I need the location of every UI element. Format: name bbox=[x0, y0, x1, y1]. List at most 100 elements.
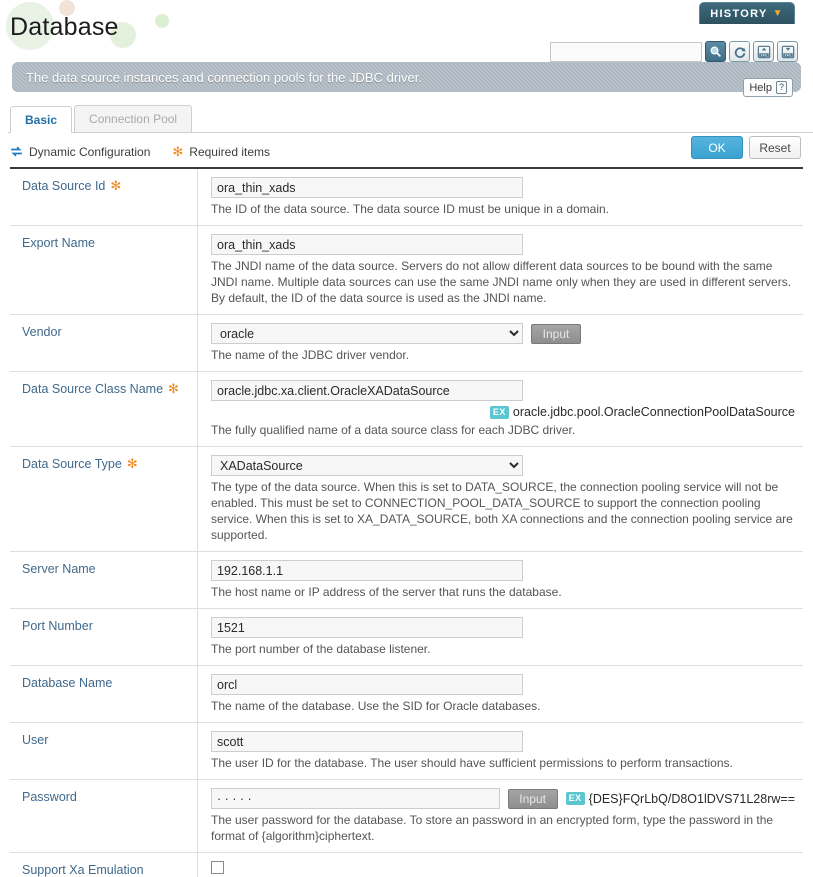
field-control-row bbox=[211, 731, 795, 752]
xml-export-icon-button[interactable]: XML bbox=[777, 41, 798, 62]
required-asterisk-icon: ✻ bbox=[110, 178, 122, 193]
field-control-row: XADataSource bbox=[211, 455, 795, 476]
example-text: {DES}FQrLbQ/D8O1lDVS71L28rw== bbox=[588, 791, 795, 806]
decorative-circle-small bbox=[155, 14, 169, 28]
help-button[interactable]: Help ? bbox=[743, 78, 793, 97]
history-button[interactable]: HISTORY ▼ bbox=[699, 2, 795, 24]
reset-button[interactable]: Reset bbox=[749, 136, 801, 159]
field-description-export-name: The JNDI name of the data source. Server… bbox=[211, 259, 792, 305]
vendor-select[interactable]: oracle bbox=[211, 323, 523, 344]
form-row-database-name: Database Name The name of the database. U… bbox=[10, 666, 803, 723]
field-label-text: Server Name bbox=[22, 562, 96, 576]
svg-text:XML: XML bbox=[784, 53, 791, 57]
field-label-text: Vendor bbox=[22, 325, 62, 339]
field-cell-database-name: The name of the database. Use the SID fo… bbox=[198, 666, 803, 722]
form-row-server-name: Server Name The host name or IP address o… bbox=[10, 552, 803, 609]
field-cell-export-name: The JNDI name of the data source. Server… bbox=[198, 226, 803, 314]
field-description-data-source-class-name: The fully qualified name of a data sourc… bbox=[211, 423, 576, 437]
settings-form: Data Source Id ✻ The ID of the data source… bbox=[10, 167, 803, 877]
field-label-data-source-id: Data Source Id ✻ bbox=[10, 169, 198, 225]
field-label-text: Data Source Id bbox=[22, 179, 106, 193]
data-source-type-select[interactable]: XADataSource bbox=[211, 455, 523, 476]
form-row-port-number: Port Number The port number of the databa… bbox=[10, 609, 803, 666]
field-label-user: User bbox=[10, 723, 198, 779]
example-badge: EX bbox=[565, 792, 585, 805]
field-control-row bbox=[211, 234, 795, 255]
field-cell-support-xa-emulation: [default: false] Sets data source emulat… bbox=[198, 853, 803, 877]
port-number-input[interactable] bbox=[211, 617, 523, 638]
field-label-database-name: Database Name bbox=[10, 666, 198, 722]
field-control-row: Input EX{DES}FQrLbQ/D8O1lDVS71L28rw== bbox=[211, 788, 795, 809]
tab-connection-pool-label: Connection Pool bbox=[89, 112, 178, 126]
page-title: Database bbox=[10, 13, 119, 41]
field-label-text: User bbox=[22, 733, 49, 747]
dynamic-config-icon bbox=[10, 145, 23, 158]
field-cell-password: Input EX{DES}FQrLbQ/D8O1lDVS71L28rw== The … bbox=[198, 780, 803, 852]
field-label-vendor: Vendor bbox=[10, 315, 198, 371]
refresh-icon-button[interactable] bbox=[729, 41, 750, 62]
form-row-user: User The user ID for the database. The us… bbox=[10, 723, 803, 780]
password-input[interactable] bbox=[211, 788, 500, 809]
xml-import-icon-button[interactable]: XML bbox=[753, 41, 774, 62]
search-toolbar: XML XML bbox=[550, 41, 798, 62]
form-row-data-source-type: Data Source Type ✻ XADataSource The type of… bbox=[10, 447, 803, 552]
field-cell-vendor: oracle Input The name of the JDBC driver v… bbox=[198, 315, 803, 371]
required-asterisk-icon: ✻ bbox=[172, 144, 184, 159]
form-row-export-name: Export Name The JNDI name of the data sou… bbox=[10, 226, 803, 315]
xml-export-icon: XML bbox=[781, 45, 794, 58]
field-description-port-number: The port number of the database listener… bbox=[211, 642, 431, 656]
help-button-label: Help bbox=[749, 81, 772, 94]
support-xa-emulation-checkbox[interactable] bbox=[211, 861, 224, 874]
field-description-data-source-id: The ID of the data source. The data sour… bbox=[211, 202, 610, 216]
field-label-data-source-type: Data Source Type ✻ bbox=[10, 447, 198, 551]
required-asterisk-icon: ✻ bbox=[168, 381, 179, 396]
page-header: Database HISTORY ▼ XML XML bbox=[0, 0, 813, 62]
example-badge: EX bbox=[489, 405, 509, 419]
field-cell-user: The user ID for the database. The user s… bbox=[198, 723, 803, 779]
data-source-id-input[interactable] bbox=[211, 177, 523, 198]
form-row-data-source-class-name: Data Source Class Name ✻ EXoracle.jdbc.poo… bbox=[10, 372, 803, 447]
tab-basic[interactable]: Basic bbox=[10, 106, 73, 133]
data-source-class-name-input[interactable] bbox=[211, 380, 523, 401]
field-description-database-name: The name of the database. Use the SID fo… bbox=[211, 699, 541, 713]
field-control-row bbox=[211, 380, 795, 401]
ok-button[interactable]: OK bbox=[691, 136, 743, 159]
field-label-server-name: Server Name bbox=[10, 552, 198, 608]
field-label-text: Database Name bbox=[22, 676, 113, 690]
tab-connection-pool[interactable]: Connection Pool bbox=[74, 105, 193, 132]
example-value: EX {DES}FQrLbQ/D8O1lDVS71L28rw== bbox=[565, 791, 795, 806]
field-cell-data-source-class-name: EXoracle.jdbc.pool.OracleConnectionPoolD… bbox=[198, 372, 803, 446]
password-input-button[interactable]: Input bbox=[507, 788, 558, 809]
database-name-input[interactable] bbox=[211, 674, 523, 695]
field-control-row bbox=[211, 861, 795, 874]
search-input[interactable] bbox=[550, 41, 702, 62]
field-label-text: Data Source Class Name bbox=[22, 382, 164, 396]
form-row-password: Password Input EX{DES}FQrLbQ/D8O1lDVS71L28… bbox=[10, 780, 803, 853]
chevron-down-icon: ▼ bbox=[772, 8, 784, 19]
export-name-input[interactable] bbox=[211, 234, 523, 255]
history-button-label: HISTORY bbox=[710, 7, 768, 20]
banner-text: The data source instances and connection… bbox=[26, 69, 422, 85]
field-label-text: Password bbox=[22, 790, 77, 804]
search-icon-button[interactable] bbox=[705, 41, 726, 62]
field-control-row: oracle Input bbox=[211, 323, 795, 344]
refresh-icon bbox=[734, 46, 746, 58]
field-label-text: Data Source Type bbox=[22, 457, 122, 471]
field-label-support-xa-emulation: Support Xa Emulation bbox=[10, 853, 198, 877]
search-icon bbox=[710, 46, 721, 57]
description-banner: The data source instances and connection… bbox=[12, 62, 801, 97]
field-label-text: Port Number bbox=[22, 619, 93, 633]
field-control-row bbox=[211, 617, 795, 638]
field-description-server-name: The host name or IP address of the serve… bbox=[211, 585, 562, 599]
form-row-support-xa-emulation: Support Xa Emulation [default: false] Set… bbox=[10, 853, 803, 877]
user-input[interactable] bbox=[211, 731, 523, 752]
field-description-data-source-type: The type of the data source. When this i… bbox=[211, 480, 793, 542]
vendor-input-button[interactable]: Input bbox=[531, 323, 581, 344]
server-name-input[interactable] bbox=[211, 560, 523, 581]
form-row-vendor: Vendor oracle Input The name of the JDBC dr… bbox=[10, 315, 803, 372]
form-row-data-source-id: Data Source Id ✻ The ID of the data source… bbox=[10, 169, 803, 226]
field-control-row bbox=[211, 560, 795, 581]
example-text: oracle.jdbc.pool.OracleConnectionPoolDat… bbox=[512, 405, 795, 419]
field-label-data-source-class-name: Data Source Class Name ✻ bbox=[10, 372, 198, 446]
tab-bar: Basic Connection Pool bbox=[8, 105, 813, 133]
